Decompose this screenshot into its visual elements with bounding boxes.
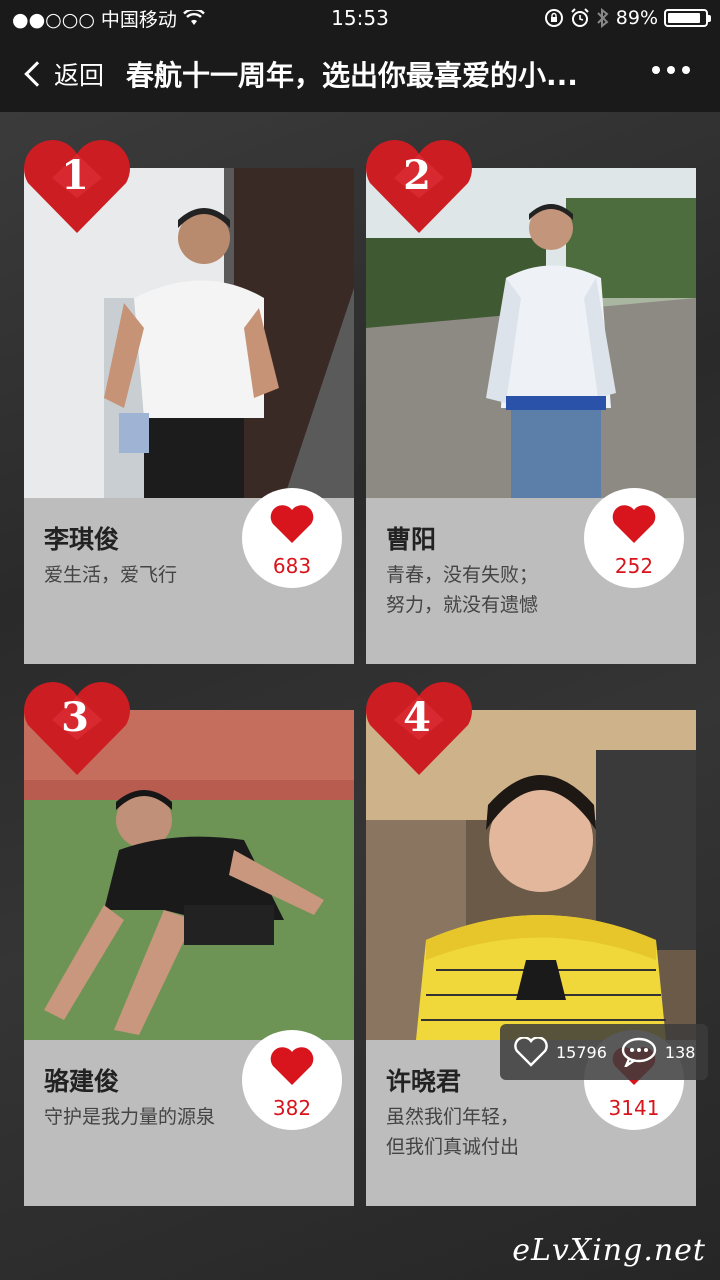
back-label: 返回 — [54, 61, 105, 90]
rank-badge: 3 — [22, 680, 132, 778]
vote-button[interactable]: 683 — [242, 488, 342, 588]
clock: 15:53 — [331, 6, 389, 30]
vote-count: 683 — [272, 554, 312, 578]
candidate-name: 许晓君 — [386, 1067, 462, 1096]
alarm-icon — [571, 8, 589, 27]
candidate-desc: 爱生活，爱飞行 — [44, 564, 178, 586]
candidate-info: 曹阳 青春，没有失败； 努力，就没有遗憾 252 — [366, 488, 696, 664]
page-title: 春航十一周年，选出你最喜爱的小... — [126, 59, 578, 92]
rank-badge: 1 — [22, 138, 132, 236]
back-button[interactable]: 返回 — [0, 56, 104, 92]
battery-icon — [664, 9, 711, 27]
candidate-card-4[interactable]: 许晓君 虽然我们年轻， 但我们真诚付出 3141 4 — [366, 682, 696, 1206]
heart-icon — [270, 1047, 314, 1085]
vote-count: 252 — [614, 554, 654, 578]
battery-percent: 89% — [615, 7, 658, 29]
wifi-icon — [183, 10, 205, 25]
like-button[interactable]: 15796 — [514, 1037, 607, 1067]
vote-count: 3141 — [608, 1096, 660, 1120]
comment-button[interactable]: 138 — [621, 1037, 696, 1067]
rank-badge: 4 — [364, 680, 474, 778]
vote-button[interactable]: 252 — [584, 488, 684, 588]
rank-number: 3 — [61, 694, 89, 741]
more-icon[interactable] — [652, 66, 690, 74]
carrier-label: ●●○○○ 中国移动 — [12, 8, 177, 31]
vote-count: 382 — [272, 1096, 312, 1120]
candidate-name: 李琪俊 — [44, 525, 120, 554]
candidate-desc: 守护是我力量的源泉 — [44, 1106, 216, 1128]
rank-number: 1 — [61, 152, 89, 199]
bluetooth-icon — [597, 8, 609, 28]
heart-icon — [612, 505, 656, 543]
rank-number: 2 — [403, 152, 431, 199]
candidate-card-3[interactable]: 骆建俊 守护是我力量的源泉 382 3 — [24, 682, 354, 1206]
candidate-desc: 青春，没有失败； 努力，就没有遗憾 — [386, 564, 539, 616]
candidate-name: 曹阳 — [386, 525, 437, 554]
content-area: 李琪俊 爱生活，爱飞行 683 1 曹阳 青春，没有失败； 努力，就没有遗憾 2… — [0, 112, 720, 1280]
vote-button[interactable]: 382 — [242, 1030, 342, 1130]
candidate-info: 李琪俊 爱生活，爱飞行 683 — [24, 488, 354, 664]
watermark: eLvXing.net — [512, 1233, 706, 1268]
candidate-info: 骆建俊 守护是我力量的源泉 382 — [24, 1030, 354, 1206]
back-chevron-icon — [24, 61, 50, 87]
rank-number: 4 — [403, 694, 431, 741]
candidate-card-1[interactable]: 李琪俊 爱生活，爱飞行 683 1 — [24, 140, 354, 664]
like-count: 15796 — [556, 1042, 607, 1062]
status-bar: ●●○○○ 中国移动 15:53 89% — [0, 0, 720, 36]
candidate-desc: 虽然我们年轻， 但我们真诚付出 — [386, 1106, 520, 1158]
rank-badge: 2 — [364, 138, 474, 236]
heart-outline-icon — [514, 1037, 548, 1067]
candidate-name: 骆建俊 — [44, 1067, 120, 1096]
lock-rotation-icon — [544, 9, 563, 27]
nav-bar: 返回 春航十一周年，选出你最喜爱的小... — [0, 36, 720, 112]
candidate-card-2[interactable]: 曹阳 青春，没有失败； 努力，就没有遗憾 252 2 — [366, 140, 696, 664]
floating-action-bar: 15796 138 — [500, 1024, 708, 1080]
comment-count: 138 — [664, 1042, 696, 1062]
heart-icon — [270, 505, 314, 543]
comment-icon — [621, 1037, 657, 1067]
